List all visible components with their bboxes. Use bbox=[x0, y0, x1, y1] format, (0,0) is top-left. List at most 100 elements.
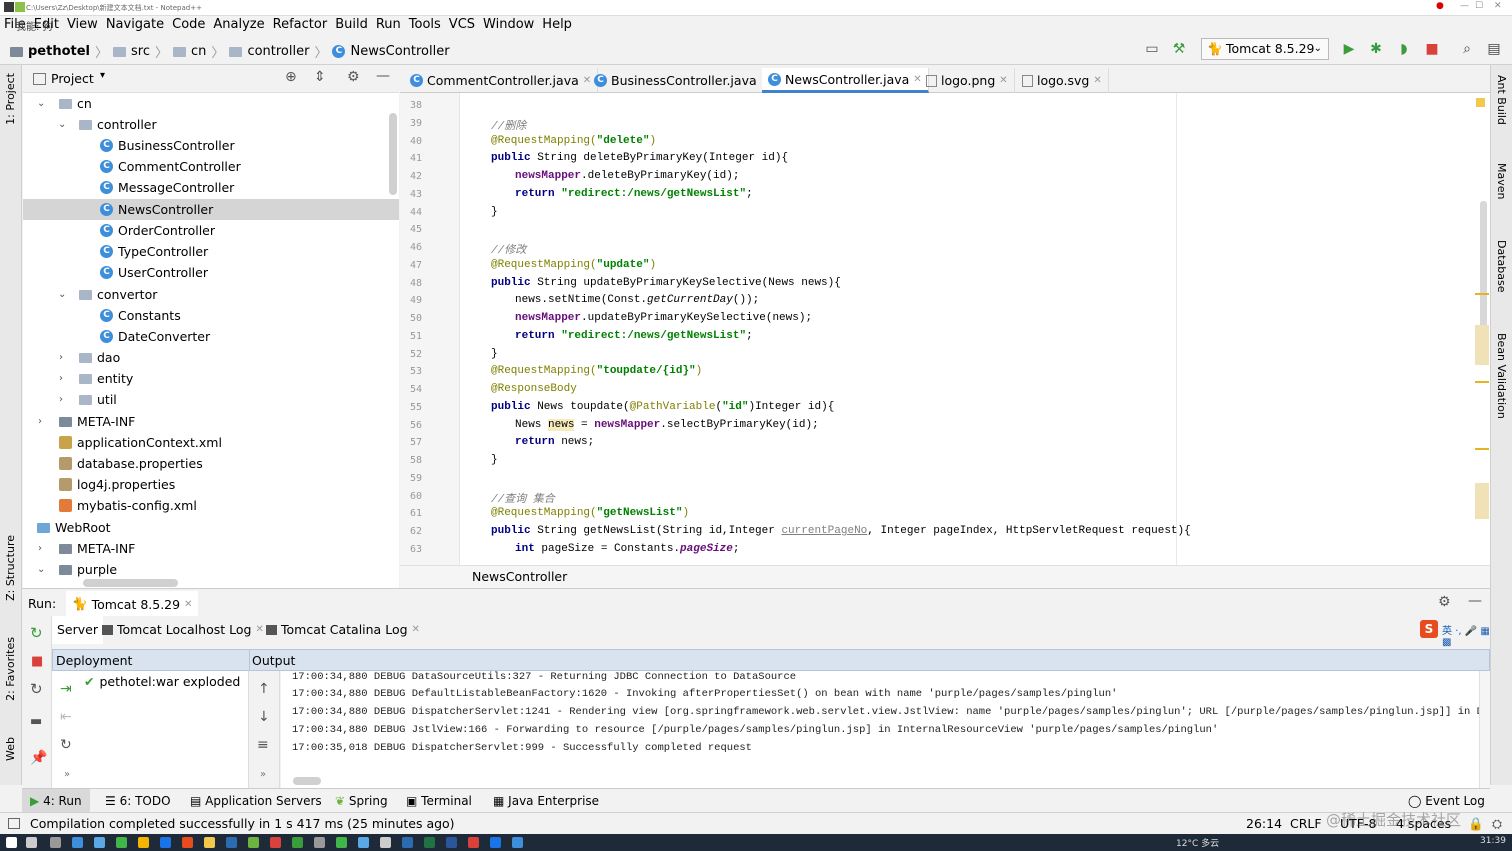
structure-tool-tab[interactable]: Z: Structure bbox=[4, 535, 17, 601]
expand-arrow-icon[interactable]: ⌄ bbox=[37, 98, 45, 109]
rerun-icon[interactable]: ↻ bbox=[30, 624, 43, 642]
more-icon[interactable]: » bbox=[64, 769, 70, 780]
gear-icon[interactable]: ⚙ bbox=[347, 69, 360, 85]
project-structure-icon[interactable]: ▤ bbox=[1485, 40, 1503, 58]
ant-build-tool-tab[interactable]: Ant Build bbox=[1495, 75, 1508, 125]
taskbar-app-icon[interactable] bbox=[50, 837, 61, 848]
tree-node-database-properties[interactable]: database.properties bbox=[59, 453, 203, 474]
menu-window[interactable]: Window bbox=[479, 16, 538, 33]
output-console[interactable]: 17:00:34,880 DEBUG DataSourceUtils:327 -… bbox=[281, 671, 1479, 788]
line-separator[interactable]: CRLF bbox=[1290, 813, 1322, 834]
tool-tab-run[interactable]: ▶ 4: Run bbox=[22, 789, 90, 812]
run-configuration-select[interactable]: 🐈 Tomcat 8.5.29 ⌄ bbox=[1201, 38, 1329, 60]
taskbar-app-icon[interactable] bbox=[468, 837, 479, 848]
taskbar-app-icon[interactable] bbox=[424, 837, 435, 848]
status-message[interactable]: Compilation completed successfully in 1 … bbox=[30, 813, 455, 834]
deployment-item[interactable]: ✔ pethotel:war exploded bbox=[84, 674, 240, 689]
tree-node-dateconverter[interactable]: C DateConverter bbox=[100, 326, 210, 347]
maven-tool-tab[interactable]: Maven bbox=[1495, 163, 1508, 199]
warning-stripe[interactable] bbox=[1475, 448, 1489, 450]
collapsed-arrow-icon[interactable]: › bbox=[38, 416, 42, 427]
taskbar-app-icon[interactable] bbox=[380, 837, 391, 848]
search-icon[interactable] bbox=[26, 837, 37, 848]
highlight-stripe[interactable] bbox=[1475, 483, 1489, 519]
gear-icon[interactable]: ⚙ bbox=[1438, 594, 1451, 610]
clock[interactable]: 31:39 bbox=[1480, 836, 1506, 846]
tool-tab-event-log[interactable]: ◯ Event Log bbox=[1408, 794, 1485, 808]
subtab-server[interactable]: Server bbox=[52, 616, 103, 644]
tool-tab-todo[interactable]: ☰ 6: TODO bbox=[105, 794, 171, 808]
tree-node-newscontroller[interactable]: C NewsController bbox=[23, 199, 399, 220]
debug-bug-icon[interactable]: ✱ bbox=[1367, 40, 1385, 58]
tree-horizontal-scrollbar[interactable] bbox=[83, 579, 178, 587]
output-horizontal-scrollbar[interactable] bbox=[293, 777, 321, 785]
tool-tab-spring[interactable]: ❦ Spring bbox=[335, 794, 388, 808]
tab-logo-png[interactable]: logo.png ✕ bbox=[920, 68, 1015, 93]
tree-node-controller[interactable]: controller bbox=[79, 114, 157, 135]
menu-tools[interactable]: Tools bbox=[405, 16, 445, 33]
close-tab-icon[interactable]: ✕ bbox=[412, 616, 420, 644]
tab-commentcontroller[interactable]: C CommentController.java ✕ bbox=[404, 68, 599, 93]
inspection-status-icon[interactable] bbox=[1476, 98, 1485, 107]
close-tab-icon[interactable]: ✕ bbox=[999, 69, 1007, 92]
project-tool-tab[interactable]: 1: Project bbox=[4, 73, 17, 125]
soft-wrap-icon[interactable]: ≡ bbox=[257, 737, 269, 753]
bean-validation-tool-tab[interactable]: Bean Validation bbox=[1495, 333, 1508, 419]
scroll-up-icon[interactable]: ↑ bbox=[258, 681, 270, 697]
taskbar-app-icon[interactable] bbox=[94, 837, 105, 848]
minimize-icon[interactable]: — bbox=[1460, 1, 1469, 11]
undeploy-icon[interactable]: ⇤ bbox=[60, 709, 72, 725]
pin-icon[interactable]: ● bbox=[1436, 1, 1444, 11]
pin-icon[interactable]: 📌 bbox=[30, 750, 47, 766]
hide-icon[interactable]: — bbox=[376, 68, 390, 84]
tree-node-dao[interactable]: dao bbox=[79, 347, 120, 368]
project-panel-title[interactable]: Project bbox=[51, 71, 94, 86]
maximize-icon[interactable]: ☐ bbox=[1475, 1, 1483, 11]
taskbar-app-icon[interactable] bbox=[160, 837, 171, 848]
taskbar-app-icon[interactable] bbox=[314, 837, 325, 848]
frame-icon[interactable]: ▭ bbox=[1143, 40, 1161, 58]
restart-icon[interactable]: ↻ bbox=[30, 680, 43, 698]
code-editor[interactable]: 38 39 40 41 42 43 44 45 46 47 48 49 50 5… bbox=[400, 93, 1490, 565]
run-icon[interactable]: ▶ bbox=[1340, 40, 1358, 58]
deploy-icon[interactable]: ⇥ bbox=[60, 681, 72, 697]
tree-node-cn[interactable]: cn bbox=[59, 93, 92, 114]
taskbar-app-icon[interactable] bbox=[490, 837, 501, 848]
taskbar-app-icon[interactable] bbox=[226, 837, 237, 848]
coverage-icon[interactable]: ◗ bbox=[1395, 40, 1413, 58]
subtab-localhost-log[interactable]: Tomcat Localhost Log ✕ bbox=[97, 616, 269, 644]
tree-node-typecontroller[interactable]: C TypeController bbox=[100, 241, 208, 262]
tree-node-purple[interactable]: purple bbox=[59, 559, 117, 580]
warning-stripe[interactable] bbox=[1475, 381, 1489, 383]
breadcrumb-cn[interactable]: cn bbox=[191, 44, 206, 59]
breadcrumb-pethotel[interactable]: pethotel bbox=[28, 44, 90, 59]
close-tab-icon[interactable]: ✕ bbox=[1093, 69, 1101, 92]
taskbar-app-icon[interactable] bbox=[116, 837, 127, 848]
breadcrumb-newscontroller[interactable]: NewsController bbox=[350, 44, 449, 59]
web-tool-tab[interactable]: Web bbox=[4, 737, 17, 761]
menu-help[interactable]: Help bbox=[538, 16, 576, 33]
more-icon[interactable]: » bbox=[260, 769, 266, 780]
tool-tab-terminal[interactable]: ▣ Terminal bbox=[406, 794, 472, 808]
stop-icon[interactable]: ■ bbox=[31, 654, 43, 669]
taskbar-app-icon[interactable] bbox=[248, 837, 259, 848]
tree-node-webroot-meta-inf[interactable]: META-INF bbox=[59, 538, 135, 559]
tab-newscontroller[interactable]: C NewsController.java ✕ bbox=[762, 68, 929, 93]
collapsed-arrow-icon[interactable]: › bbox=[59, 352, 63, 363]
taskbar-app-icon[interactable] bbox=[138, 837, 149, 848]
tree-node-messagecontroller[interactable]: C MessageController bbox=[100, 177, 234, 198]
refresh-icon[interactable]: ↻ bbox=[60, 737, 72, 753]
tree-node-convertor[interactable]: convertor bbox=[79, 284, 157, 305]
git-icon[interactable]: ⛭ bbox=[1492, 813, 1502, 834]
tool-tab-java-enterprise[interactable]: ▦ Java Enterprise bbox=[493, 794, 599, 808]
tool-tab-application-servers[interactable]: ▤ Application Servers bbox=[190, 794, 322, 808]
menu-vcs[interactable]: VCS bbox=[445, 16, 479, 33]
breadcrumb-src[interactable]: src bbox=[131, 44, 150, 59]
taskbar-app-icon[interactable] bbox=[336, 837, 347, 848]
sogou-ime-icon[interactable]: S bbox=[1420, 620, 1438, 638]
ime-toolbar-icons[interactable]: 英 ·, 🎤 ▦ ▩ bbox=[1442, 622, 1490, 648]
tree-node-webroot[interactable]: WebRoot bbox=[37, 517, 111, 538]
scroll-down-icon[interactable]: ↓ bbox=[258, 709, 270, 725]
hide-icon[interactable]: — bbox=[1468, 593, 1482, 609]
tab-logo-svg[interactable]: logo.svg ✕ bbox=[1016, 68, 1109, 93]
